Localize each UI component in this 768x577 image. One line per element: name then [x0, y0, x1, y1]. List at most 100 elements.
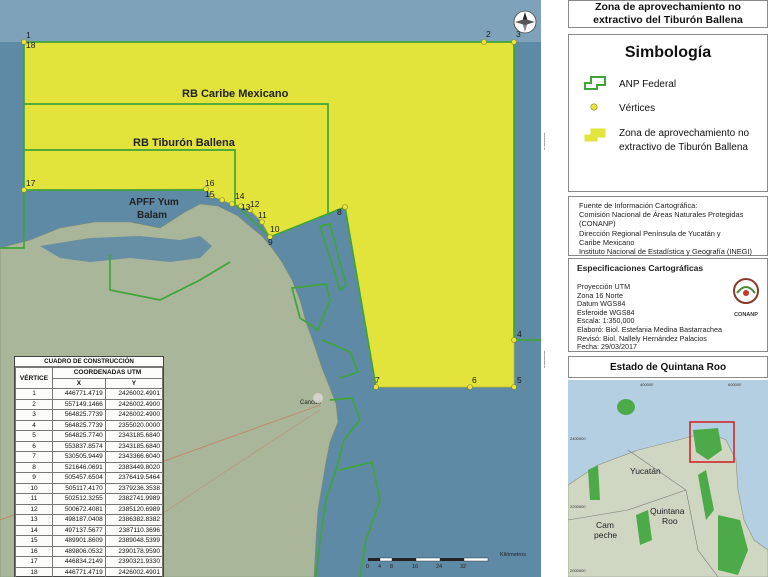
table-row: 7 530505.9449 2343366.6040 — [15, 451, 164, 463]
vertex-label: 11 — [258, 210, 267, 220]
cell-x: 489806.0532 — [52, 545, 106, 557]
label-apff-2: Balam — [137, 210, 167, 221]
inset-y-tick: 2000000 — [570, 568, 586, 573]
svg-text:Kilómetros: Kilómetros — [500, 552, 526, 558]
table-title: CUADRO DE CONSTRUCCIÓN — [15, 357, 163, 367]
inset-y-tick: 2200000 — [570, 504, 586, 509]
inset-x-tick: 600000 — [728, 382, 742, 387]
cell-y: 2389048.5399 — [104, 535, 164, 547]
col-vertex-header: VÉRTICE — [15, 367, 53, 389]
inset-label-yucatan: Yucatán — [630, 466, 661, 476]
inset-x-tick: 400000 — [640, 382, 654, 387]
table-row: 18 446771.4719 2426002.4901 — [15, 566, 164, 577]
cell-vertex: 2 — [15, 398, 53, 410]
vertex-label: 5 — [517, 375, 522, 385]
source-line: Dirección Regional Península de Yucatán … — [579, 228, 721, 238]
table-row: 8 521646.0691 2383449.8020 — [15, 461, 164, 473]
table-row: 2 557149.1466 2426002.4900 — [15, 398, 164, 410]
cell-y: 2383449.8020 — [104, 461, 164, 473]
cell-vertex: 17 — [15, 556, 53, 568]
table-row: 3 564825.7739 2426002.4900 — [15, 409, 164, 421]
inset-label-quintana-1: Quintana — [650, 506, 685, 516]
cell-y: 2379236.3538 — [104, 482, 164, 494]
vertex-label: 12 — [250, 199, 260, 209]
svg-text:4: 4 — [378, 564, 381, 570]
legend-vertex-label: Vértices — [619, 103, 656, 114]
vertex-label: 6 — [472, 375, 477, 385]
table-row: 13 498187.0408 2386382.8382 — [15, 514, 164, 526]
source-line: Caribe Mexicano — [579, 237, 635, 247]
col-y-header: Y — [104, 377, 164, 389]
specs-panel: Especificaciones Cartográficas Proyecció… — [568, 258, 768, 352]
lat-tick: 2400000 — [543, 132, 545, 150]
cell-vertex: 10 — [15, 482, 53, 494]
cell-x: 521646.0691 — [52, 461, 106, 473]
vertex-label: 18 — [26, 40, 36, 50]
cell-x: 446834.2149 — [52, 556, 106, 568]
cell-x: 446771.4719 — [52, 388, 106, 400]
cell-vertex: 11 — [15, 493, 53, 505]
cell-y: 2382741.9989 — [104, 493, 164, 505]
source-line: Instituto Nacional de Estadística y Geog… — [579, 247, 752, 257]
label-rb-caribe: RB Caribe Mexicano — [182, 88, 289, 100]
cell-vertex: 16 — [15, 545, 53, 557]
cell-y: 2390178.9590 — [104, 545, 164, 557]
cell-y: 2343366.6040 — [104, 451, 164, 463]
map-title: Zona de aprovechamiento no extractivo de… — [568, 0, 768, 28]
cell-x: 502512.3255 — [52, 493, 106, 505]
spec-line: Fecha: 29/03/2017 — [577, 342, 637, 352]
cell-x: 500672.4081 — [52, 503, 106, 515]
cell-x: 446771.4719 — [52, 566, 106, 577]
inset-map[interactable]: Yucatán Quintana Roo Cam peche 400000 60… — [568, 380, 768, 577]
cell-x: 498187.0408 — [52, 514, 106, 526]
lat-tick: 2380000 — [543, 350, 545, 368]
sources-panel: Fuente de Información Cartográfica: Comi… — [568, 196, 768, 256]
svg-text:16: 16 — [412, 564, 418, 570]
cell-vertex: 14 — [15, 524, 53, 536]
cell-vertex: 15 — [15, 535, 53, 547]
specs-title: Especificaciones Cartográficas — [577, 263, 704, 273]
cell-y: 2386382.8382 — [104, 514, 164, 526]
table-row: 14 497137.5677 2387110.3696 — [15, 524, 164, 536]
cell-x: 564825.7739 — [52, 419, 106, 431]
label-apff-1: APFF Yum — [129, 197, 179, 208]
vertex-label: 2 — [486, 29, 491, 39]
cell-y: 2426002.4900 — [104, 398, 164, 410]
legend-panel: Simbología ANP Federal Vértices Zona de … — [568, 34, 768, 192]
table-row: 4 564825.7739 2355020.0000 — [15, 419, 164, 431]
svg-text:0: 0 — [366, 564, 369, 570]
cell-vertex: 5 — [15, 430, 53, 442]
vertex-label: 4 — [517, 329, 522, 339]
cell-y: 2426002.4901 — [104, 388, 164, 400]
vertex-label: 8 — [337, 207, 342, 217]
table-row: 10 505117.4170 2379236.3538 — [15, 482, 164, 494]
cell-vertex: 9 — [15, 472, 53, 484]
zone-symbol-icon — [584, 128, 606, 142]
cell-y: 2426002.4900 — [104, 409, 164, 421]
inset-label-campeche-2: peche — [594, 530, 617, 540]
vertex-label: 15 — [205, 189, 215, 199]
cell-vertex: 18 — [15, 566, 53, 577]
vertex-label: 14 — [235, 191, 245, 201]
vertex-label: 7 — [375, 375, 380, 385]
table-row: 11 502512.3255 2382741.9989 — [15, 493, 164, 505]
table-row: 5 564825.7740 2343185.6840 — [15, 430, 164, 442]
vertex-label: 1 — [26, 30, 31, 40]
vertex-label: 17 — [26, 178, 36, 188]
legend-zone-label-2: extractivo de Tiburón Ballena — [619, 142, 748, 153]
conanp-logo-icon — [733, 278, 759, 304]
cell-x: 564825.7739 — [52, 409, 106, 421]
cell-y: 2385120.6989 — [104, 503, 164, 515]
cell-vertex: 1 — [15, 388, 53, 400]
cell-y: 2390321.9330 — [104, 556, 164, 568]
cell-y: 2343185.6840 — [104, 430, 164, 442]
title-line: Zona de aprovechamiento no — [595, 1, 741, 13]
table-row: 16 489806.0532 2390178.9590 — [15, 545, 164, 557]
cell-vertex: 13 — [15, 514, 53, 526]
inset-title: Estado de Quintana Roo — [568, 356, 768, 378]
table-row: 17 446834.2149 2390321.9330 — [15, 556, 164, 568]
main-map[interactable]: 1 2 3 4 5 6 7 8 9 10 11 12 13 14 15 16 1… — [0, 0, 545, 577]
inset-canvas: Yucatán Quintana Roo Cam peche 400000 60… — [568, 382, 768, 577]
cell-x: 530505.9449 — [52, 451, 106, 463]
cell-vertex: 8 — [15, 461, 53, 473]
